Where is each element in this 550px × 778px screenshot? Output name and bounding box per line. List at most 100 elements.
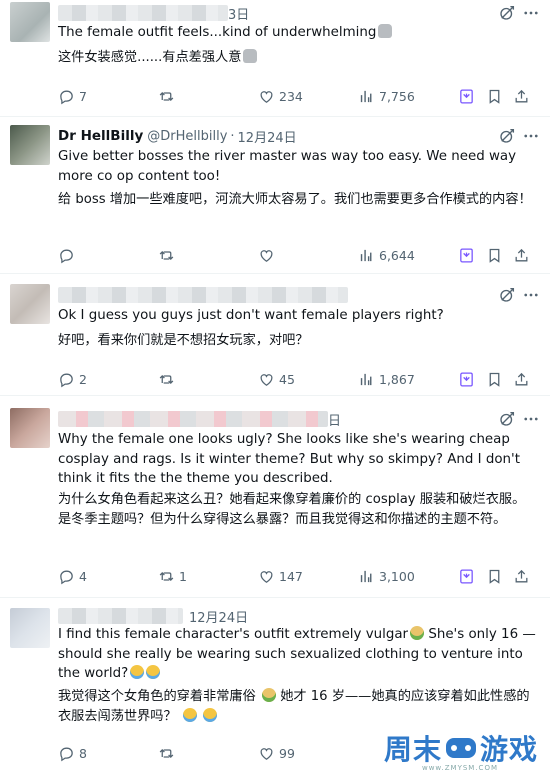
author-name-redacted <box>58 608 183 624</box>
moai-emoji-icon <box>378 24 393 38</box>
reply-button[interactable]: 4 <box>58 566 87 586</box>
grok-icon <box>458 371 475 388</box>
tweet-text-cn: 我觉得这个女角色的穿着非常庸俗 她才 16 岁——她真的应该穿着如此性感的衣服去… <box>58 688 530 724</box>
retweet-button[interactable] <box>158 369 179 389</box>
retweet-icon <box>158 88 175 105</box>
tweet-2[interactable]: Dr HellBilly @DrHellbilly · 12月24日 Give … <box>0 117 550 274</box>
grok-button[interactable] <box>458 369 475 389</box>
reply-button[interactable]: 8 <box>58 743 87 763</box>
crying-emoji-icon <box>203 707 218 722</box>
share-icon <box>513 371 530 388</box>
more-icon[interactable] <box>522 4 540 22</box>
tweet-text-en: Why the female one looks ugly? She looks… <box>58 432 520 486</box>
share-button[interactable] <box>513 245 530 265</box>
grok-icon <box>458 247 475 264</box>
author-name[interactable]: Dr HellBilly <box>58 128 143 144</box>
grok-icon[interactable] <box>498 127 516 145</box>
watermark-brand-2: 游戏 <box>479 733 538 766</box>
nauseated-emoji-icon <box>410 626 425 640</box>
reply-button[interactable] <box>58 245 79 265</box>
share-button[interactable] <box>513 86 530 106</box>
tweet-3[interactable]: Ok I guess you guys just don't want fema… <box>0 274 550 396</box>
bookmark-button[interactable] <box>486 86 503 106</box>
views-icon <box>358 568 375 585</box>
more-icon[interactable] <box>522 410 540 428</box>
grok-button[interactable] <box>458 245 475 265</box>
retweet-icon <box>158 568 175 585</box>
like-button[interactable]: 234 <box>258 86 303 106</box>
retweet-button[interactable] <box>158 245 179 265</box>
grok-icon[interactable] <box>498 286 516 304</box>
tweet-4[interactable]: 日 Why the female one looks ugly? She loo… <box>0 396 550 598</box>
grok-icon[interactable] <box>498 410 516 428</box>
tweet-text-cn: 为什么女角色看起来这么丑？她看起来像穿着廉价的 cosplay 服装和破烂衣服。… <box>58 492 526 527</box>
grok-icon <box>458 568 475 585</box>
watermark-brand: 周末 <box>383 733 442 766</box>
crying-emoji-icon <box>146 665 161 679</box>
views-button[interactable]: 6,644 <box>358 245 415 265</box>
avatar[interactable] <box>10 284 50 324</box>
avatar[interactable] <box>10 2 50 42</box>
author-name-redacted <box>58 411 328 427</box>
views-icon <box>358 247 375 264</box>
nauseated-emoji-icon <box>262 688 277 702</box>
more-icon[interactable] <box>522 127 540 145</box>
grok-button[interactable] <box>458 86 475 106</box>
like-icon <box>258 88 275 105</box>
retweet-button[interactable]: 1 <box>158 566 187 586</box>
share-icon <box>513 247 530 264</box>
avatar[interactable] <box>10 408 50 448</box>
grok-button[interactable] <box>458 566 475 586</box>
reply-icon <box>58 371 75 388</box>
tweet-text-cn: 好吧，看来你们就是不想招女玩家，对吧？ <box>58 333 309 348</box>
share-button[interactable] <box>513 369 530 389</box>
like-icon <box>258 371 275 388</box>
more-icon[interactable] <box>522 286 540 304</box>
tweet-1[interactable]: 3日 The female outfit feels...kind of und… <box>0 0 550 117</box>
views-button[interactable]: 1,867 <box>358 369 415 389</box>
bookmark-icon <box>486 247 503 264</box>
share-button[interactable] <box>513 566 530 586</box>
reply-button[interactable]: 2 <box>58 369 87 389</box>
tweet-date[interactable]: 日 <box>328 410 341 429</box>
tweet-date[interactable]: 3日 <box>228 4 249 23</box>
gamepad-icon <box>445 738 476 758</box>
bookmark-button[interactable] <box>486 245 503 265</box>
avatar[interactable] <box>10 608 50 648</box>
share-icon <box>513 568 530 585</box>
like-button[interactable]: 147 <box>258 566 303 586</box>
bookmark-icon <box>486 568 503 585</box>
like-icon <box>258 745 275 762</box>
views-icon <box>358 88 375 105</box>
grok-icon[interactable] <box>498 4 516 22</box>
like-button[interactable]: 45 <box>258 369 295 389</box>
retweet-button[interactable] <box>158 743 179 763</box>
reply-button[interactable]: 7 <box>58 86 87 106</box>
bookmark-icon <box>486 88 503 105</box>
tweet-text-cn: 这件女装感觉......有点差强人意 <box>58 48 538 68</box>
retweet-icon <box>158 247 175 264</box>
retweet-button[interactable] <box>158 86 179 106</box>
bookmark-button[interactable] <box>486 369 503 389</box>
grok-icon <box>458 88 475 105</box>
views-button[interactable]: 3,100 <box>358 566 415 586</box>
tweet-text-en: Give better bosses the river master was … <box>58 149 517 184</box>
author-name-redacted <box>58 287 348 303</box>
author-handle[interactable]: @DrHellbilly <box>147 129 227 144</box>
like-icon <box>258 247 275 264</box>
site-watermark-logo: 周末 游戏 www.ZMYSM.COM <box>383 728 538 772</box>
share-icon <box>513 88 530 105</box>
tweet-text-en: I find this female character's outfit ex… <box>58 626 536 681</box>
views-button[interactable]: 7,756 <box>358 86 415 106</box>
moai-emoji-icon <box>243 49 258 63</box>
tweet-date[interactable]: 12月24日 <box>238 127 297 146</box>
bookmark-button[interactable] <box>486 566 503 586</box>
reply-icon <box>58 247 75 264</box>
tweet-date[interactable]: 12月24日 <box>189 607 248 626</box>
reply-icon <box>58 745 75 762</box>
like-button[interactable]: 99 <box>258 743 295 763</box>
watermark-site: www.ZMYSM.COM <box>421 764 498 772</box>
avatar[interactable] <box>10 125 50 165</box>
like-button[interactable] <box>258 245 279 265</box>
reply-icon <box>58 88 75 105</box>
